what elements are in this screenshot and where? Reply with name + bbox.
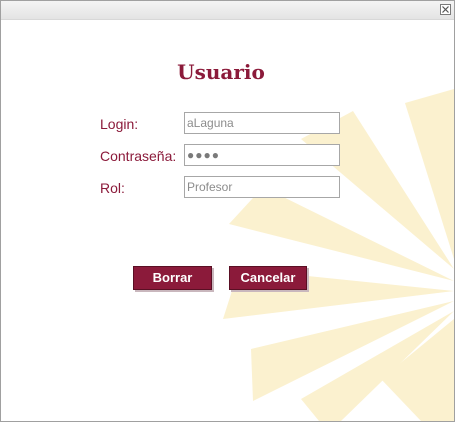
login-field[interactable]: aLaguna [184,112,340,134]
form-title: Usuario [177,60,265,84]
close-icon[interactable] [440,4,451,15]
cancel-button[interactable]: Cancelar [229,266,307,290]
role-field[interactable]: Profesor [184,176,340,198]
clear-button[interactable]: Borrar [133,266,212,290]
role-label: Rol: [100,180,125,196]
password-field[interactable]: ●●●● [184,144,340,166]
password-label: Contraseña: [100,148,177,164]
dialog-window: Usuario Login: aLaguna Contraseña: ●●●● … [0,0,455,422]
login-label: Login: [100,116,139,132]
login-form: Usuario Login: aLaguna Contraseña: ●●●● … [1,19,454,421]
title-bar [1,1,454,20]
